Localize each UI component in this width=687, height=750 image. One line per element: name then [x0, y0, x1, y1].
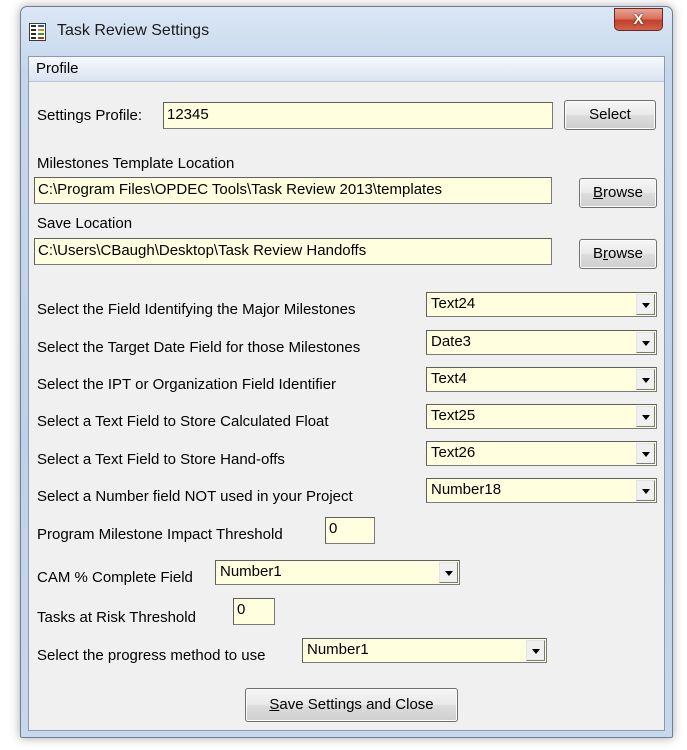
- menu-bar: Profile: [29, 57, 664, 82]
- progress-method-select[interactable]: Number1: [302, 638, 547, 663]
- number-field-label: Select a Number field NOT used in your P…: [37, 488, 353, 505]
- browse-save-prefix: B: [592, 245, 603, 262]
- ipt-org-value: Text4: [431, 370, 467, 387]
- chevron-down-icon[interactable]: [636, 406, 655, 427]
- risk-threshold-input[interactable]: 0: [233, 598, 275, 625]
- browse-save-rest: owse: [607, 245, 644, 262]
- hand-offs-label: Select a Text Field to Store Hand-offs: [37, 451, 285, 468]
- select-button[interactable]: Select: [564, 100, 656, 130]
- settings-profile-label: Settings Profile:: [37, 107, 143, 124]
- hand-offs-value: Text26: [431, 444, 476, 461]
- number-field-select[interactable]: Number18: [426, 478, 657, 503]
- milestones-template-input[interactable]: C:\Program Files\OPDEC Tools\Task Review…: [34, 177, 552, 204]
- chevron-down-icon[interactable]: [636, 369, 655, 390]
- menu-profile[interactable]: Profile: [36, 60, 79, 77]
- risk-threshold-label: Tasks at Risk Threshold: [37, 609, 196, 626]
- chevron-down-icon[interactable]: [526, 640, 545, 661]
- chevron-down-icon[interactable]: [636, 443, 655, 464]
- calculated-float-label: Select a Text Field to Store Calculated …: [37, 413, 329, 430]
- browse-template-button[interactable]: Browse: [579, 178, 657, 208]
- window-title: Task Review Settings: [57, 22, 210, 39]
- save-settings-accel: S: [269, 696, 280, 713]
- target-date-label: Select the Target Date Field for those M…: [37, 339, 361, 356]
- major-milestones-select[interactable]: Text24: [426, 292, 657, 317]
- browse-template-rest: rowse: [603, 184, 644, 201]
- client-area: Profile Settings Profile: 12345 Select M…: [28, 56, 665, 731]
- chevron-down-icon[interactable]: [439, 562, 458, 583]
- title-bar[interactable]: Task Review Settings X: [21, 7, 672, 55]
- cam-complete-label: CAM % Complete Field: [37, 569, 193, 586]
- cam-complete-select[interactable]: Number1: [215, 560, 460, 585]
- impact-threshold-label: Program Milestone Impact Threshold: [37, 526, 283, 543]
- target-date-value: Date3: [431, 333, 472, 350]
- number-field-value: Number18: [431, 481, 502, 498]
- ipt-org-label: Select the IPT or Organization Field Ide…: [37, 376, 337, 393]
- cam-complete-value: Number1: [220, 563, 282, 580]
- settings-window: Task Review Settings X Profile Settings …: [20, 6, 673, 738]
- settings-profile-input[interactable]: 12345: [163, 102, 553, 129]
- progress-method-value: Number1: [307, 641, 369, 658]
- ipt-org-select[interactable]: Text4: [426, 367, 657, 392]
- browse-template-accel: B: [592, 184, 603, 201]
- save-settings-button[interactable]: Save Settings and Close: [245, 688, 458, 722]
- chevron-down-icon[interactable]: [636, 294, 655, 315]
- target-date-select[interactable]: Date3: [426, 330, 657, 355]
- calculated-float-value: Text25: [431, 407, 476, 424]
- close-button[interactable]: X: [614, 8, 663, 31]
- hand-offs-select[interactable]: Text26: [426, 441, 657, 466]
- progress-method-label: Select the progress method to use: [37, 647, 266, 664]
- browse-save-button[interactable]: Browse: [579, 239, 657, 269]
- save-settings-label: ave Settings and Close: [279, 696, 434, 713]
- save-location-label: Save Location: [37, 215, 133, 232]
- chevron-down-icon[interactable]: [636, 480, 655, 501]
- list-icon: [29, 23, 46, 41]
- milestones-template-label: Milestones Template Location: [37, 155, 235, 172]
- save-location-input[interactable]: C:\Users\CBaugh\Desktop\Task Review Hand…: [34, 238, 552, 265]
- major-milestones-label: Select the Field Identifying the Major M…: [37, 301, 356, 318]
- major-milestones-value: Text24: [431, 295, 476, 312]
- chevron-down-icon[interactable]: [636, 332, 655, 353]
- close-icon: X: [633, 11, 644, 28]
- impact-threshold-input[interactable]: 0: [325, 517, 375, 544]
- calculated-float-select[interactable]: Text25: [426, 404, 657, 429]
